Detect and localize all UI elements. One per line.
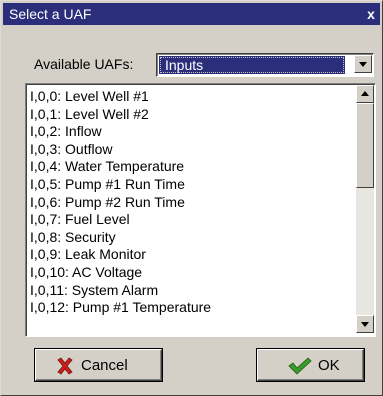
- chevron-down-icon: [359, 62, 367, 67]
- select-uaf-dialog: Select a UAF x Available UAFs: Inputs I,…: [0, 0, 383, 396]
- vertical-scrollbar[interactable]: [356, 85, 374, 333]
- list-item[interactable]: I,0,12: Pump #1 Temperature: [30, 299, 350, 317]
- arrow-up-icon: [361, 91, 369, 96]
- green-checkmark-icon: [288, 357, 312, 375]
- red-x-icon: [57, 357, 73, 375]
- scrollbar-thumb[interactable]: [356, 103, 374, 188]
- dialog-title: Select a UAF: [9, 6, 92, 22]
- list-item[interactable]: I,0,2: Inflow: [30, 123, 350, 141]
- uaf-listbox[interactable]: I,0,0: Level Well #1 I,0,1: Level Well #…: [25, 83, 376, 337]
- ok-button[interactable]: OK: [256, 348, 365, 382]
- cancel-button[interactable]: Cancel: [34, 348, 163, 382]
- list-item[interactable]: I,0,11: System Alarm: [30, 282, 350, 300]
- uaf-list: I,0,0: Level Well #1 I,0,1: Level Well #…: [30, 88, 350, 317]
- list-item[interactable]: I,0,1: Level Well #2: [30, 106, 350, 124]
- list-item[interactable]: I,0,10: AC Voltage: [30, 264, 350, 282]
- scroll-down-button[interactable]: [356, 315, 374, 333]
- list-item[interactable]: I,0,8: Security: [30, 229, 350, 247]
- cancel-label: Cancel: [81, 357, 128, 374]
- list-item[interactable]: I,0,5: Pump #1 Run Time: [30, 176, 350, 194]
- close-icon[interactable]: x: [364, 7, 378, 21]
- title-bar[interactable]: Select a UAF x: [3, 3, 380, 25]
- dropdown-arrow-button[interactable]: [354, 55, 372, 73]
- list-item[interactable]: I,0,7: Fuel Level: [30, 211, 350, 229]
- available-uafs-label: Available UAFs:: [34, 56, 134, 72]
- list-item[interactable]: I,0,6: Pump #2 Run Time: [30, 194, 350, 212]
- list-item[interactable]: I,0,9: Leak Monitor: [30, 246, 350, 264]
- list-item[interactable]: I,0,3: Outflow: [30, 141, 350, 159]
- uaf-dropdown[interactable]: Inputs: [156, 53, 374, 77]
- ok-label: OK: [318, 357, 340, 374]
- scroll-up-button[interactable]: [356, 85, 374, 103]
- list-item[interactable]: I,0,0: Level Well #1: [30, 88, 350, 106]
- list-item[interactable]: I,0,4: Water Temperature: [30, 158, 350, 176]
- uaf-dropdown-value[interactable]: Inputs: [159, 56, 345, 74]
- arrow-down-icon: [361, 322, 369, 327]
